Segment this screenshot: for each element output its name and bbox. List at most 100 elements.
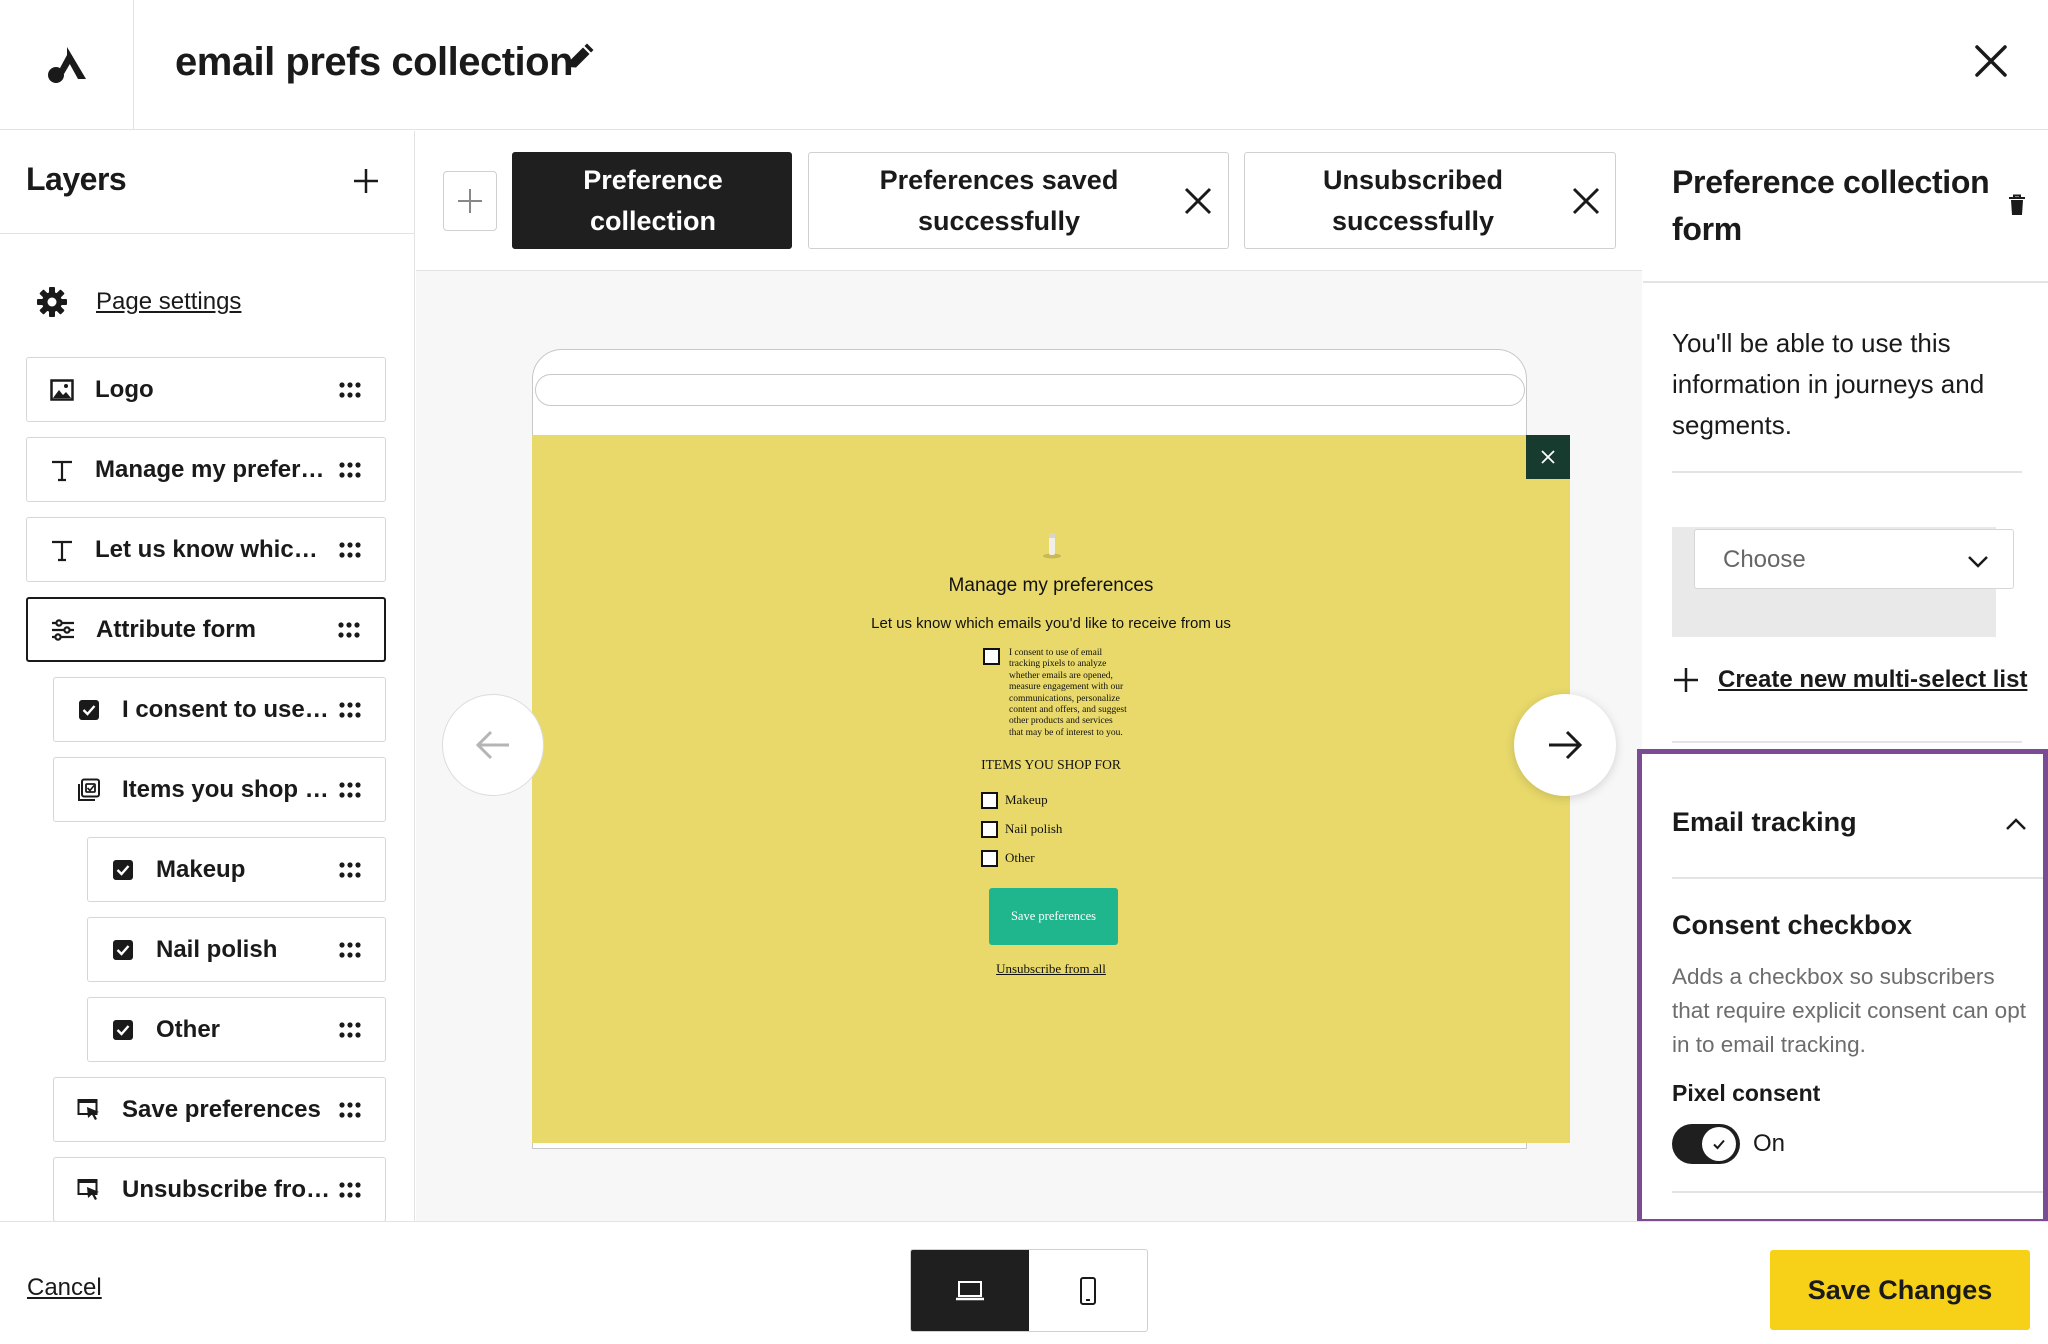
layer-consent[interactable]: I consent to use of... (53, 677, 386, 742)
page-title: email prefs collection (175, 40, 574, 84)
close-icon (1541, 450, 1555, 464)
preview-option-checkbox[interactable] (981, 821, 998, 838)
drag-handle-icon[interactable] (336, 617, 362, 643)
tab-unsubscribed[interactable]: Unsubscribed successfully (1244, 152, 1616, 249)
pixel-consent-value: On (1753, 1130, 1786, 1157)
drag-handle-icon[interactable] (337, 777, 363, 803)
checkbox-icon (110, 857, 136, 883)
mobile-view-button[interactable] (1029, 1250, 1147, 1331)
drag-handle-icon[interactable] (337, 697, 363, 723)
preview-option-label: Nail polish (1005, 821, 1063, 836)
layer-items-you-shop-for[interactable]: Items you shop for (53, 757, 386, 822)
drag-handle-icon[interactable] (337, 537, 363, 563)
close-tab-icon[interactable] (1571, 186, 1601, 216)
drag-handle-icon[interactable] (337, 1177, 363, 1203)
divider (1643, 281, 2048, 283)
trash-icon[interactable] (2005, 193, 2029, 217)
preview-items-heading: ITEMS YOU SHOP FOR (981, 757, 1121, 772)
drag-handle-icon[interactable] (337, 457, 363, 483)
layer-nail-polish[interactable]: Nail polish (87, 917, 386, 982)
tab-preferences-saved[interactable]: Preferences saved successfully (808, 152, 1229, 249)
add-page-button[interactable] (443, 171, 497, 231)
pencil-icon[interactable] (564, 43, 594, 73)
tab-label: Preference collection (583, 164, 723, 236)
drag-handle-icon[interactable] (337, 857, 363, 883)
pixel-consent-toggle[interactable] (1672, 1124, 1740, 1164)
sliders-icon (50, 617, 76, 643)
toggle-knob (1702, 1127, 1736, 1161)
layer-label: Let us know which e... (95, 535, 331, 563)
mobile-icon (1080, 1276, 1096, 1305)
layer-other[interactable]: Other (87, 997, 386, 1062)
desktop-view-button[interactable] (911, 1250, 1029, 1331)
layer-manage-preferences[interactable]: Manage my preferen... (26, 437, 386, 502)
checkbox-icon (110, 1017, 136, 1043)
properties-title: Preference collection form (1672, 164, 1990, 247)
button-icon (76, 1097, 102, 1123)
layer-unsubscribe[interactable]: Unsubscribe from ... (53, 1157, 386, 1222)
preview-subtitle: Let us know which emails you'd like to r… (871, 615, 1231, 632)
properties-description: You'll be able to use this information i… (1672, 328, 1985, 440)
page-settings-link[interactable]: Page settings (36, 286, 241, 318)
browser-preview: Manage my preferences Let us know which … (532, 349, 1570, 1155)
next-page-button[interactable] (1514, 694, 1616, 796)
layer-attribute-form[interactable]: Attribute form (26, 597, 386, 662)
create-multi-select-link[interactable]: Create new multi-select list (1672, 666, 2027, 694)
layers-title: Layers (26, 161, 127, 197)
layers-panel: Layers Page settings Logo Manage my pref… (0, 131, 415, 1222)
plus-icon (1674, 668, 1698, 692)
check-icon (1713, 1139, 1725, 1150)
consent-checkbox-heading: Consent checkbox (1672, 910, 1913, 940)
canvas-area: Preference collection Preferences saved su… (416, 131, 1642, 1221)
page-settings-label: Page settings (96, 288, 242, 315)
chevron-up-icon[interactable] (2003, 812, 2029, 838)
button-icon (76, 1177, 102, 1203)
create-multi-select-label: Create new multi-select list (1718, 666, 2028, 693)
layer-label: Nail polish (156, 935, 278, 963)
layer-label: I consent to use of... (122, 695, 331, 723)
preview-close-button[interactable] (1526, 435, 1570, 479)
preview-option-checkbox[interactable] (981, 850, 998, 867)
brand-logo[interactable] (0, 0, 134, 130)
preview-option-checkbox[interactable] (981, 792, 998, 809)
layer-let-us-know[interactable]: Let us know which e... (26, 517, 386, 582)
save-changes-button[interactable]: Save Changes (1770, 1250, 2030, 1330)
layer-label: Attribute form (96, 615, 256, 643)
preview-unsubscribe-link[interactable]: Unsubscribe from all (532, 961, 1570, 977)
tab-label: Unsubscribed successfully (1322, 164, 1504, 236)
preview-consent-text: I consent to use of email tracking pixel… (1009, 648, 1127, 738)
product-image (1043, 533, 1061, 559)
drag-handle-icon[interactable] (337, 1097, 363, 1123)
drag-handle-icon[interactable] (337, 937, 363, 963)
chevron-down-icon (1968, 556, 1988, 568)
divider (1672, 741, 2022, 743)
layer-makeup[interactable]: Makeup (87, 837, 386, 902)
layer-label: Logo (95, 375, 154, 403)
layer-label: Makeup (156, 855, 246, 883)
close-tab-icon[interactable] (1183, 186, 1213, 216)
page-tabs: Preference collection Preferences saved su… (416, 131, 1642, 271)
email-tracking-heading[interactable]: Email tracking (1672, 807, 1857, 838)
tab-preference-collection[interactable]: Preference collection (512, 152, 792, 249)
drag-handle-icon[interactable] (337, 1017, 363, 1043)
add-layer-icon[interactable] (350, 165, 382, 197)
preview-title: Manage my preferences (948, 575, 1154, 596)
layer-save-preferences[interactable]: Save preferences (53, 1077, 386, 1142)
divider (1672, 1191, 2048, 1193)
cancel-button[interactable]: Cancel (27, 1274, 102, 1302)
arrow-right-icon (1549, 730, 1583, 760)
close-icon[interactable] (1972, 42, 2010, 80)
divider (1672, 877, 2048, 879)
list-select[interactable]: Choose (1694, 529, 2014, 589)
layer-logo[interactable]: Logo (26, 357, 386, 422)
preview-consent-checkbox[interactable] (983, 648, 1000, 665)
text-icon (49, 537, 75, 563)
layers-panel-header: Layers (0, 131, 414, 234)
previous-page-button[interactable] (442, 694, 544, 796)
drag-handle-icon[interactable] (337, 377, 363, 403)
arrow-left-icon (475, 730, 509, 760)
preview-save-button[interactable]: Save preferences (989, 888, 1118, 945)
checkbox-icon (76, 697, 102, 723)
list-select-placeholder: Choose (1723, 546, 1806, 573)
desktop-icon (956, 1280, 984, 1300)
